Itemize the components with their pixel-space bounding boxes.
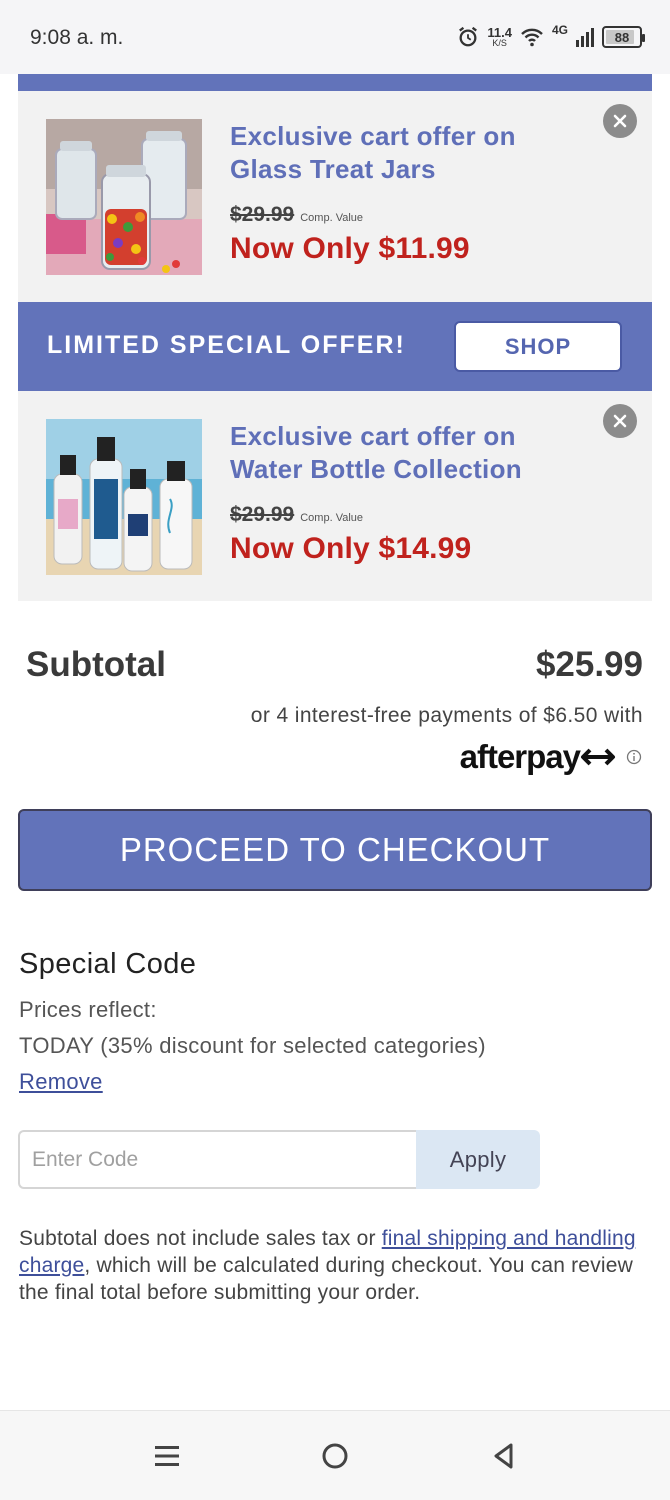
afterpay-row: afterpay: [460, 738, 642, 776]
disclaimer-text: Subtotal does not include sales tax or f…: [19, 1225, 649, 1306]
alarm-icon: [459, 26, 478, 47]
limited-offer-text: LIMITED SPECIAL OFFER!: [47, 331, 406, 359]
subtotal-label: Subtotal: [26, 645, 166, 684]
signal-icon: [576, 28, 594, 47]
prices-reflect-label: Prices reflect:: [19, 997, 157, 1022]
close-offer-button[interactable]: [603, 404, 637, 438]
back-button[interactable]: [486, 1439, 520, 1473]
installments-text: or 4 interest-free payments of $6.50 wit…: [250, 704, 643, 727]
disclaimer-end: , which will be calculated during checko…: [19, 1254, 633, 1304]
glass-treat-jars-image[interactable]: [46, 119, 202, 275]
now-price: Now Only $14.99: [230, 532, 472, 565]
limited-offer-banner: LIMITED SPECIAL OFFER! SHOP: [18, 302, 652, 391]
special-code-title: Special Code: [19, 948, 197, 980]
status-bar: 9:08 a. m. 11.4 K/S 4G 88: [0, 0, 670, 74]
code-input[interactable]: [18, 1130, 418, 1189]
offer-title[interactable]: Exclusive cart offer on Glass Treat Jars: [230, 120, 590, 186]
offer-title[interactable]: Exclusive cart offer on Water Bottle Col…: [230, 420, 590, 486]
recent-apps-button[interactable]: [150, 1439, 184, 1473]
close-icon: [613, 114, 627, 128]
wifi-icon: [521, 28, 543, 47]
afterpay-arrows-icon: [581, 748, 615, 766]
menu-icon: [155, 1446, 179, 1466]
water-bottle-collection-image[interactable]: [46, 419, 202, 575]
close-offer-button[interactable]: [603, 104, 637, 138]
comp-value-label: Comp. Value: [300, 512, 364, 524]
afterpay-logo: afterpay: [460, 738, 616, 776]
promo-bar-edge: [18, 74, 652, 91]
now-price: Now Only $11.99: [230, 232, 470, 265]
shop-button[interactable]: SHOP: [454, 321, 622, 372]
home-circle-icon: [322, 1443, 348, 1469]
offer-card-glass-jars: Exclusive cart offer on Glass Treat Jars…: [18, 91, 652, 302]
afterpay-wordmark: afterpay: [459, 738, 581, 775]
comp-value-label: Comp. Value: [300, 212, 364, 224]
battery-icon: 88: [602, 26, 645, 48]
old-price: $29.99: [230, 503, 295, 526]
price-row: $29.99 Comp. Value: [230, 503, 363, 527]
back-triangle-icon: [494, 1443, 513, 1469]
speed-unit: K/S: [492, 38, 507, 48]
applied-code-description: TODAY (35% discount for selected categor…: [19, 1033, 486, 1058]
subtotal-value: $25.99: [535, 645, 643, 684]
battery-level: 88: [614, 29, 630, 45]
offer-card-water-bottles: Exclusive cart offer on Water Bottle Col…: [18, 391, 652, 601]
info-icon[interactable]: [626, 749, 642, 765]
status-time: 9:08 a. m.: [30, 26, 124, 49]
old-price: $29.99: [230, 203, 295, 226]
disclaimer-start: Subtotal does not include sales tax or: [19, 1227, 382, 1250]
proceed-to-checkout-button[interactable]: PROCEED TO CHECKOUT: [18, 809, 652, 891]
status-icons: 11.4 K/S 4G 88: [457, 22, 645, 52]
price-row: $29.99 Comp. Value: [230, 203, 363, 227]
system-nav-bar: [0, 1410, 670, 1500]
network-speed: 11.4 K/S: [487, 26, 512, 48]
home-button[interactable]: [318, 1439, 352, 1473]
network-type: 4G: [551, 23, 568, 37]
apply-button[interactable]: Apply: [416, 1130, 540, 1189]
remove-code-link[interactable]: Remove: [19, 1069, 103, 1095]
close-icon: [613, 414, 627, 428]
